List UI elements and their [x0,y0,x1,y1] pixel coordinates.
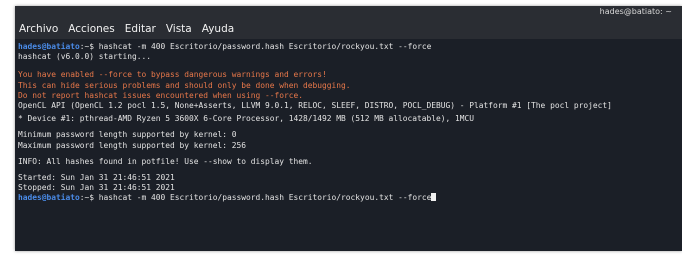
menu-editar[interactable]: Editar [125,23,156,35]
window-title: hades@batiato: ~ [599,7,672,16]
warning-line: Do not report hashcat issues encountered… [18,90,304,100]
prompt-path: :~$ [79,193,99,203]
opencl-line: OpenCL API (OpenCL 1.2 pocl 1.5, None+As… [18,100,612,110]
command-line-2: hades@batiato:~$ hashcat -m 400 Escritor… [18,193,682,203]
stopped-line: Stopped: Sun Jan 31 21:46:51 2021 [18,183,175,193]
prompt-user: hades@batiato [18,42,80,51]
command-line-1: hades@batiato:~$ hashcat -m 400 Escritor… [18,42,682,52]
prompt-path: :~$ [79,42,99,51]
menu-vista[interactable]: Vista [166,23,192,35]
terminal-window: hades@batiato: ~ Archivo Acciones Editar… [15,6,682,251]
menu-acciones[interactable]: Acciones [68,23,114,35]
title-bar[interactable]: hades@batiato: ~ [15,6,682,19]
terminal-output[interactable]: hades@batiato:~$ hashcat -m 400 Escritor… [15,42,682,251]
max-password-line: Maximum password length supported by ker… [18,140,247,150]
text-cursor [431,193,437,202]
device-line: * Device #1: pthread-AMD Ryzen 5 3600X 6… [18,114,475,124]
started-line: Started: Sun Jan 31 21:46:51 2021 [18,172,175,182]
prompt-user: hades@batiato [18,193,80,203]
menu-archivo[interactable]: Archivo [19,23,58,35]
menu-bar: Archivo Acciones Editar Vista Ayuda [15,19,682,39]
info-line: INFO: All hashes found in potfile! Use -… [18,156,313,166]
version-line: hashcat (v6.0.0) starting... [18,52,152,62]
warning-line: This can hide serious problems and shoul… [18,80,351,90]
command-text: hashcat -m 400 Escritorio/password.hash … [98,42,432,51]
min-password-line: Minimum password length supported by ker… [18,130,237,140]
command-text: hashcat -m 400 Escritorio/password.hash … [98,193,432,203]
warning-line: You have enabled --force to bypass dange… [18,70,327,80]
menu-ayuda[interactable]: Ayuda [202,23,234,35]
